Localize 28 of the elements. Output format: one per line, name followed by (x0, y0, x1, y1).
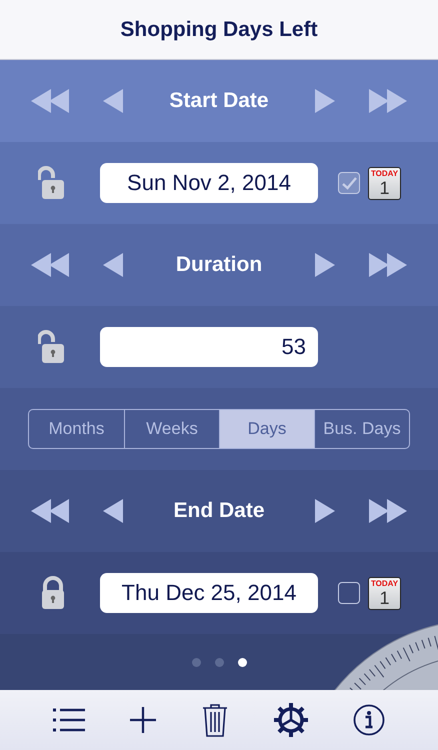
trash-icon[interactable] (202, 703, 228, 737)
settings-icon[interactable] (274, 703, 308, 737)
app-title: Shopping Days Left (120, 18, 318, 42)
info-icon[interactable] (353, 704, 386, 736)
unit-tab[interactable]: Days (219, 410, 314, 448)
double-arrow-icon (29, 497, 71, 525)
page-dot[interactable] (238, 658, 246, 666)
list-icon[interactable] (52, 707, 85, 733)
add-icon[interactable] (130, 707, 156, 733)
double-arrow-icon (29, 251, 71, 279)
unit-tab[interactable]: Months (29, 410, 124, 448)
today-button[interactable]: TODAY 1 (368, 576, 401, 610)
double-arrow-icon (367, 497, 409, 525)
duration-field[interactable]: 53 (100, 327, 318, 367)
double-arrow-icon (367, 87, 409, 115)
page-dot[interactable] (214, 658, 224, 666)
today-button[interactable]: TODAY 1 (368, 166, 401, 200)
date-field[interactable]: Sun Nov 2, 2014 (100, 163, 318, 203)
date-field[interactable]: Thu Dec 25, 2014 (100, 573, 318, 613)
checkbox[interactable] (338, 582, 360, 604)
section-title: Duration (174, 253, 264, 277)
double-arrow-icon (367, 251, 409, 279)
double-arrow-icon (29, 87, 71, 115)
unit-tab[interactable]: Bus. Days (314, 410, 409, 448)
page-dot[interactable] (192, 658, 200, 666)
section-title: Start Date (168, 89, 270, 113)
section-title: End Date (172, 499, 266, 523)
checkbox[interactable] (338, 172, 360, 194)
